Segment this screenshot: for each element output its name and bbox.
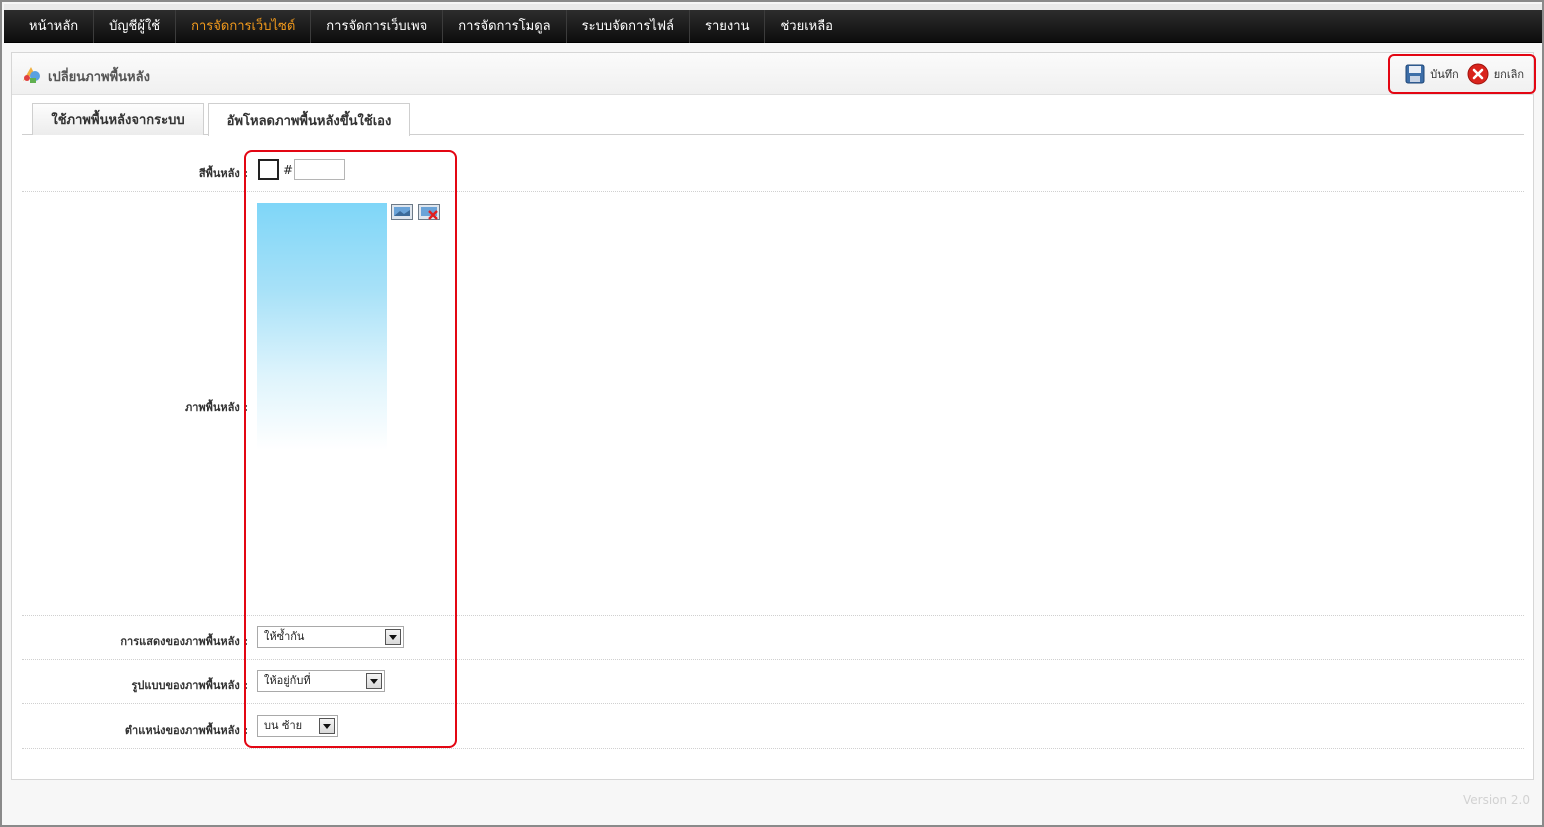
app-window: หน้าหลัก บัญชีผู้ใช้ การจัดการเว็บไซต์ ก… [0,0,1544,827]
tab-bar: ใช้ภาพพื้นหลังจากระบบ อัพโหลดภาพพื้นหลัง… [22,103,1524,136]
nav-item-website-management[interactable]: การจัดการเว็บไซต์ [176,9,312,43]
red-x-circle-icon [1467,63,1489,85]
themes-icon [23,67,40,83]
version-text: Version 2.0 [1462,793,1530,807]
bg-position-label: ตำแหน่งของภาพพื้นหลัง : [124,724,248,737]
cancel-button[interactable]: ยกเลิก [1467,63,1524,85]
toolbar-highlight: บันทึก ยกเลิก [1388,54,1536,94]
bg-repeat-label: การแสดงของภาพพื้นหลัง : [120,635,248,648]
bg-image-label: ภาพพื้นหลัง : [184,401,248,414]
bg-attachment-label: รูปแบบของภาพพื้นหลัง : [131,679,248,692]
save-label: บันทึก [1430,68,1459,81]
main-panel: เปลี่ยนภาพพื้นหลัง บันทึก ยกเลิก ใช้ภาพพ… [11,52,1536,780]
nav-item-module-management[interactable]: การจัดการโมดูล [443,9,567,43]
nav-item-accounts[interactable]: บัญชีผู้ใช้ [94,9,177,43]
tab-system-backgrounds[interactable]: ใช้ภาพพื้นหลังจากระบบ [32,103,204,135]
save-button[interactable]: บันทึก [1405,64,1459,84]
bg-color-label: สีพื้นหลัง : [198,167,248,180]
nav-item-help[interactable]: ช่วยเหลือ [765,10,848,43]
nav-item-reports[interactable]: รายงาน [690,9,766,43]
main-nav: หน้าหลัก บัญชีผู้ใช้ การจัดการเว็บไซต์ ก… [4,9,1542,43]
cancel-label: ยกเลิก [1493,68,1524,81]
nav-item-file-system[interactable]: ระบบจัดการไฟล์ [567,9,691,43]
tab-upload-background[interactable]: อัพโหลดภาพพื้นหลังขึ้นใช้เอง [208,103,410,136]
nav-item-home[interactable]: หน้าหลัก [14,9,95,43]
nav-item-webpage-management[interactable]: การจัดการเว็บเพจ [311,9,444,43]
form-highlight-box [244,150,457,748]
floppy-disk-icon [1405,64,1425,84]
panel-header: เปลี่ยนภาพพื้นหลัง บันทึก ยกเลิก [12,53,1536,95]
page-title: เปลี่ยนภาพพื้นหลัง [48,70,150,85]
